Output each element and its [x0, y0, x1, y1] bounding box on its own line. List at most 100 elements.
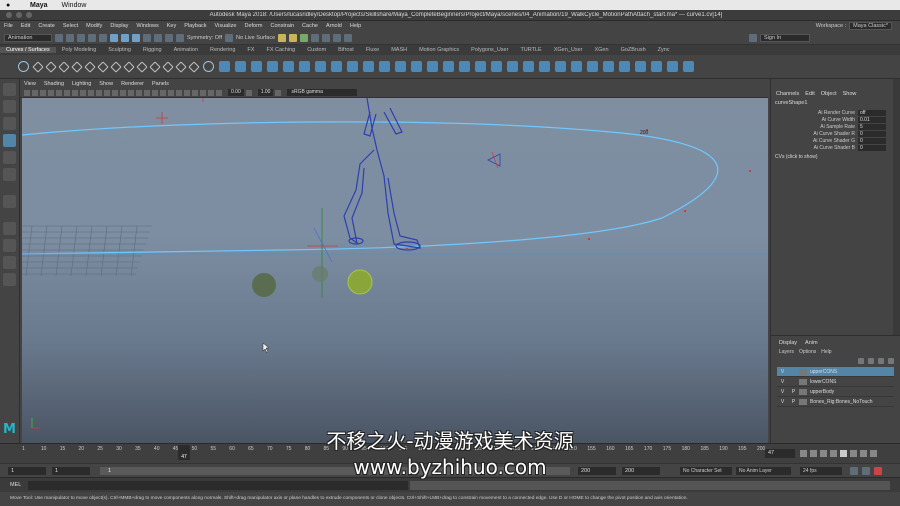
shelf-tab-sculpting[interactable]: Sculpting [102, 47, 137, 53]
select-tool-icon[interactable] [3, 83, 16, 96]
layer-color-swatch[interactable] [799, 368, 807, 375]
smooth-shade-icon[interactable] [120, 89, 126, 96]
current-frame-field[interactable]: 47 [765, 449, 795, 458]
anti-aliasing-icon[interactable] [176, 89, 182, 96]
layer-visibility-toggle[interactable]: V [777, 369, 788, 375]
resolution-gate-icon[interactable] [72, 89, 78, 96]
character-legs[interactable] [343, 98, 421, 251]
window-menu[interactable]: Window [62, 2, 87, 9]
view-transform-dropdown[interactable]: sRGB gamma [287, 89, 358, 96]
range-slider[interactable]: 1 [100, 467, 570, 475]
layer-row[interactable]: V upperCONS [777, 367, 894, 377]
convert-to-poly-icon[interactable] [651, 61, 662, 72]
detach-curves-icon[interactable] [123, 60, 135, 73]
symmetry-dropdown[interactable]: Symmetry: Off [187, 35, 222, 41]
snap-plane-icon[interactable] [176, 33, 184, 42]
trim-tool-icon[interactable] [459, 61, 470, 72]
ipr-render-icon[interactable] [289, 33, 298, 42]
last-tool-icon[interactable] [3, 195, 16, 208]
new-layer-selected-icon[interactable] [888, 358, 894, 364]
undo-icon[interactable] [88, 33, 96, 42]
panel-menu-renderer[interactable]: Renderer [117, 81, 148, 87]
shelf-tab-turtle[interactable]: TURTLE [514, 47, 547, 53]
new-layer-empty-icon[interactable] [878, 358, 884, 364]
foot-pivot-locator[interactable] [307, 208, 338, 298]
shelf-tab-custom[interactable]: Custom [301, 47, 332, 53]
layer-row[interactable]: V P Bones_Rig:Bones_NoTouch [777, 397, 894, 407]
wireframe-on-shaded-icon[interactable] [128, 89, 134, 96]
curve-cv-markers[interactable] [406, 129, 751, 250]
gamma-icon[interactable] [245, 89, 252, 96]
layer-playback-toggle[interactable]: P [788, 389, 799, 395]
scale-tool-icon[interactable] [3, 168, 16, 181]
menu-help[interactable]: Help [346, 23, 365, 29]
extend-curve-icon[interactable] [149, 60, 161, 73]
menu-create[interactable]: Create [34, 23, 59, 29]
layer-row[interactable]: V lowerCONS [777, 377, 894, 387]
panel-menu-shading[interactable]: Shading [40, 81, 68, 87]
shelf-tab-curves-surfaces[interactable]: Curves / Surfaces [0, 47, 56, 53]
paint-select-tool-icon[interactable] [3, 117, 16, 130]
single-perspective-layout-icon[interactable] [3, 222, 16, 235]
layer-visibility-toggle[interactable]: V [777, 399, 788, 405]
bookmarks-icon[interactable] [40, 89, 46, 96]
gate-mask-icon[interactable] [80, 89, 86, 96]
attach-surfaces-icon[interactable] [491, 61, 502, 72]
side-tab-strip[interactable] [893, 79, 900, 335]
xray-joints-icon[interactable] [200, 89, 206, 96]
animation-end-field[interactable]: 200 [622, 467, 660, 475]
panel-menu-view[interactable]: View [20, 81, 40, 87]
open-close-surface-icon[interactable] [523, 61, 534, 72]
app-menu[interactable]: Maya [30, 2, 48, 9]
channel-box-menu-show[interactable]: Show [843, 91, 857, 97]
layer-color-swatch[interactable] [799, 388, 807, 395]
select-component-icon[interactable] [132, 33, 140, 42]
apple-icon[interactable]: ● [6, 2, 16, 9]
loft-icon[interactable] [315, 61, 326, 72]
grid-toggle-icon[interactable] [56, 89, 62, 96]
shelf-tab-polygons-user[interactable]: Polygons_User [465, 47, 514, 53]
extend-surface-icon[interactable] [555, 61, 566, 72]
open-icon[interactable] [66, 33, 74, 42]
snap-point-icon[interactable] [165, 33, 173, 42]
bevel-plus-icon[interactable] [379, 61, 390, 72]
rebuild-curve-icon[interactable] [175, 60, 187, 73]
ambient-occlusion-icon[interactable] [160, 89, 166, 96]
menu-key[interactable]: Key [163, 23, 180, 29]
shelf-tab-animation[interactable]: Animation [168, 47, 204, 53]
attribute-editor-icon[interactable] [322, 33, 331, 42]
reverse-curve-icon[interactable] [188, 60, 200, 73]
folder-icon[interactable] [55, 33, 63, 42]
layer-menu-layers[interactable]: Layers [779, 349, 794, 355]
bezier-curve-icon[interactable] [97, 60, 109, 73]
field-chart-icon[interactable] [88, 89, 94, 96]
render-settings-icon[interactable] [300, 33, 309, 42]
menu-deform[interactable]: Deform [240, 23, 266, 29]
anim-layer-dropdown[interactable]: No Anim Layer [736, 467, 791, 475]
tab-display[interactable]: Display [779, 340, 797, 346]
wireframe-icon[interactable] [112, 89, 118, 96]
project-curve-icon[interactable] [427, 61, 438, 72]
layer-down-icon[interactable] [868, 358, 874, 364]
auto-key-icon[interactable] [850, 467, 858, 475]
command-input[interactable] [28, 481, 408, 490]
layer-up-icon[interactable] [858, 358, 864, 364]
layer-visibility-toggle[interactable]: V [777, 379, 788, 385]
attr-value-field[interactable]: 0.01 [858, 116, 886, 123]
shelf-tab-motion-graphics[interactable]: Motion Graphics [413, 47, 465, 53]
nurbs-sphere-icon[interactable] [203, 61, 214, 72]
square-surface-icon[interactable] [411, 61, 422, 72]
cvs-toggle[interactable]: CVs (click to show) [771, 151, 893, 163]
isolate-select-icon[interactable] [184, 89, 190, 96]
menu-file[interactable]: File [0, 23, 17, 29]
attr-value-field[interactable]: 5 [858, 123, 886, 130]
surface-editing-icon[interactable] [603, 61, 614, 72]
textured-icon[interactable] [136, 89, 142, 96]
boundary-icon[interactable] [395, 61, 406, 72]
camera-select-icon[interactable] [24, 89, 30, 96]
live-surface-field[interactable]: No Live Surface [236, 35, 275, 41]
menu-arnold[interactable]: Arnold [322, 23, 346, 29]
ep-curve-icon[interactable] [58, 60, 70, 73]
command-language-label[interactable]: MEL [10, 482, 21, 488]
shelf-tab-bifrost[interactable]: Bifrost [332, 47, 360, 53]
